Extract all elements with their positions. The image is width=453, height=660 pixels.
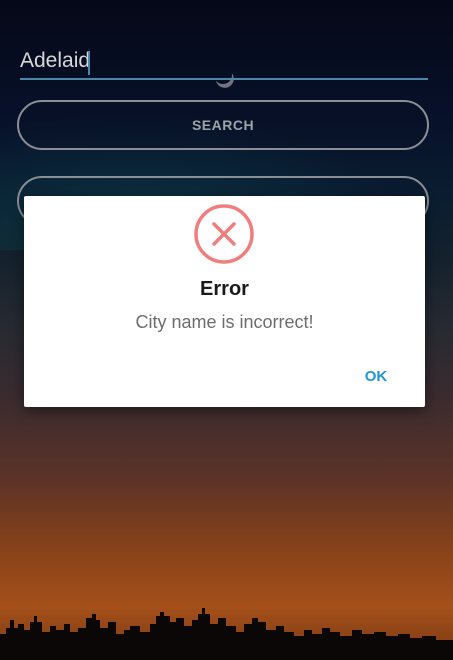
error-x-circle-icon	[194, 204, 254, 264]
text-caret	[88, 51, 90, 75]
city-search-input[interactable]	[20, 44, 428, 80]
city-skyline-silhouette	[0, 608, 453, 660]
ok-button[interactable]: OK	[354, 360, 398, 392]
dialog-message: City name is incorrect!	[135, 312, 314, 332]
error-dialog: Error City name is incorrect! OK	[24, 196, 425, 407]
search-button-label: SEARCH	[191, 117, 255, 133]
city-input-container	[20, 44, 428, 80]
ok-button-label: OK	[364, 367, 388, 385]
dialog-title: Error	[200, 278, 249, 300]
search-button[interactable]: SEARCH	[17, 100, 429, 150]
